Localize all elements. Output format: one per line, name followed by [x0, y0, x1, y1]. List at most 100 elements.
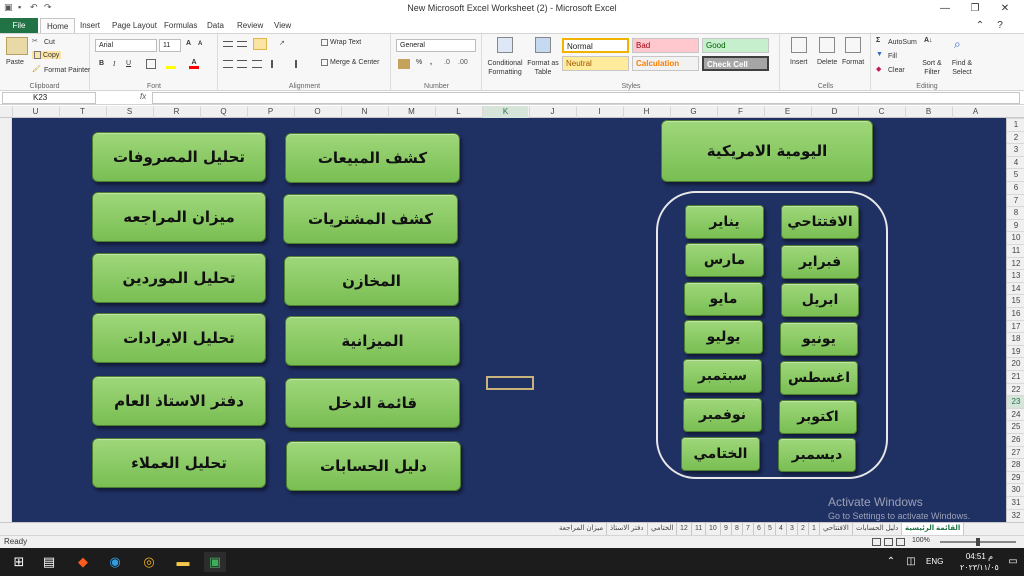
restore-button[interactable]: ❐: [960, 0, 990, 17]
sheet-tab[interactable]: ميزان المراجعة: [556, 523, 608, 535]
month-august-button[interactable]: اغسطس: [780, 361, 858, 395]
notifications-icon[interactable]: ▭: [1002, 552, 1024, 572]
sheet-tab[interactable]: 6: [754, 523, 765, 535]
tray-chevron-icon[interactable]: ⌃: [880, 552, 902, 572]
autosum-button[interactable]: Σ AutoSum: [876, 37, 917, 47]
sheet-tab[interactable]: 2: [798, 523, 809, 535]
column-header[interactable]: K: [482, 106, 528, 118]
column-header[interactable]: S: [106, 106, 152, 118]
decrease-decimal-icon[interactable]: .00: [458, 59, 468, 66]
sheet-tab[interactable]: القائمة الرئيسية: [902, 523, 965, 535]
windows-start-icon[interactable]: ⊞: [8, 552, 30, 572]
sheet-tab[interactable]: الختامي: [648, 523, 678, 535]
row-header[interactable]: 29: [1007, 470, 1024, 484]
column-header[interactable]: A: [952, 106, 998, 118]
decrease-indent-icon[interactable]: [271, 60, 281, 68]
row-header[interactable]: 9: [1007, 218, 1024, 232]
tab-insert[interactable]: Insert: [74, 18, 106, 33]
currency-icon[interactable]: [398, 59, 410, 69]
copy-button[interactable]: Copy: [32, 51, 62, 59]
formula-input[interactable]: [152, 92, 1020, 104]
cut-button[interactable]: ✂ Cut: [32, 37, 55, 47]
shrink-font-button[interactable]: A: [198, 41, 202, 47]
purchases-statement-button[interactable]: كشف المشتريات: [283, 194, 458, 244]
increase-decimal-icon[interactable]: .0: [444, 59, 450, 66]
row-header[interactable]: 21: [1007, 370, 1024, 383]
row-header[interactable]: 24: [1007, 407, 1024, 421]
column-header[interactable]: J: [529, 106, 575, 118]
month-october-button[interactable]: اكتوبر: [779, 400, 857, 434]
zoom-slider-handle[interactable]: [976, 538, 980, 546]
month-november-button[interactable]: نوفمبر: [683, 398, 762, 432]
font-name-select[interactable]: Arial: [95, 39, 157, 52]
fill-button[interactable]: ▼ Fill: [876, 51, 897, 61]
row-header[interactable]: 14: [1007, 281, 1024, 295]
column-header[interactable]: D: [811, 106, 857, 118]
sheet-tab[interactable]: 12: [677, 523, 692, 535]
row-header[interactable]: 30: [1007, 483, 1024, 496]
language-indicator[interactable]: ENG: [926, 557, 943, 566]
month-june-button[interactable]: يونيو: [780, 322, 858, 356]
column-header[interactable]: H: [623, 106, 669, 118]
selected-cell-k23[interactable]: [486, 376, 534, 390]
month-march-button[interactable]: مارس: [685, 243, 764, 277]
sheet-tab[interactable]: 9: [721, 523, 732, 535]
row-header[interactable]: 1: [1007, 118, 1024, 131]
column-header[interactable]: F: [717, 106, 763, 118]
row-header[interactable]: 25: [1007, 420, 1024, 433]
style-calculation[interactable]: Calculation: [632, 56, 699, 71]
wrap-text-button[interactable]: Wrap Text: [321, 39, 361, 46]
align-top-icon[interactable]: [223, 41, 233, 47]
row-header[interactable]: 27: [1007, 445, 1024, 459]
warehouses-button[interactable]: المخازن: [284, 256, 459, 306]
help-icon[interactable]: ?: [985, 17, 1015, 34]
month-december-button[interactable]: ديسمبر: [778, 438, 856, 472]
month-closing-button[interactable]: الختامي: [681, 437, 760, 471]
underline-button[interactable]: U: [126, 60, 131, 67]
row-header[interactable]: 16: [1007, 307, 1024, 320]
month-july-button[interactable]: يوليو: [684, 320, 763, 354]
customers-analysis-button[interactable]: تحليل العملاء: [92, 438, 266, 488]
column-header[interactable]: Q: [200, 106, 246, 118]
row-header[interactable]: 18: [1007, 332, 1024, 345]
suppliers-analysis-button[interactable]: تحليل الموردين: [92, 253, 266, 303]
sheet-tab[interactable]: 3: [787, 523, 798, 535]
sheet-tab[interactable]: 10: [706, 523, 721, 535]
format-as-table-button[interactable]: Format as Table: [527, 59, 559, 77]
row-header[interactable]: 11: [1007, 244, 1024, 257]
merge-center-button[interactable]: Merge & Center: [321, 59, 379, 66]
align-bottom-icon[interactable]: [253, 38, 267, 50]
network-icon[interactable]: ◫: [900, 552, 922, 572]
taskbar-clock[interactable]: 04:51 م ٢٠٢٣/١١/٠٥: [960, 551, 999, 573]
month-september-button[interactable]: سبتمبر: [683, 359, 762, 393]
font-size-select[interactable]: 11: [159, 39, 181, 52]
clear-button[interactable]: ◆ Clear: [876, 65, 905, 75]
column-header[interactable]: U: [12, 106, 58, 118]
column-header[interactable]: I: [576, 106, 622, 118]
month-opening-button[interactable]: الافتتاحي: [781, 205, 859, 239]
revenue-analysis-button[interactable]: تحليل الايرادات: [92, 313, 266, 363]
excel-taskbar-icon[interactable]: ▣: [204, 552, 226, 572]
sort-filter-icon[interactable]: A↓: [924, 37, 938, 53]
column-header[interactable]: G: [670, 106, 716, 118]
name-box[interactable]: K23: [2, 92, 96, 104]
row-header[interactable]: 7: [1007, 193, 1024, 207]
row-header[interactable]: 28: [1007, 458, 1024, 471]
tab-page-layout[interactable]: Page Layout: [106, 18, 163, 33]
style-check-cell[interactable]: Check Cell: [702, 56, 769, 71]
align-left-icon[interactable]: [223, 60, 233, 68]
column-header[interactable]: M: [388, 106, 434, 118]
general-ledger-button[interactable]: دفتر الاستاذ العام: [92, 376, 266, 426]
percent-button[interactable]: %: [416, 59, 422, 66]
tab-formulas[interactable]: Formulas: [158, 18, 203, 33]
conditional-formatting-icon[interactable]: [497, 37, 513, 53]
row-header[interactable]: 20: [1007, 357, 1024, 370]
bold-button[interactable]: B: [99, 60, 104, 67]
task-view-icon[interactable]: ▤: [38, 552, 60, 572]
delete-cells-icon[interactable]: [819, 37, 835, 53]
row-header[interactable]: 3: [1007, 143, 1024, 156]
sheet-tab[interactable]: الافتتاحي: [820, 523, 853, 535]
vertical-scrollbar[interactable]: [0, 118, 12, 522]
page-break-view-icon[interactable]: [896, 538, 905, 546]
sheet-tab[interactable]: 5: [765, 523, 776, 535]
